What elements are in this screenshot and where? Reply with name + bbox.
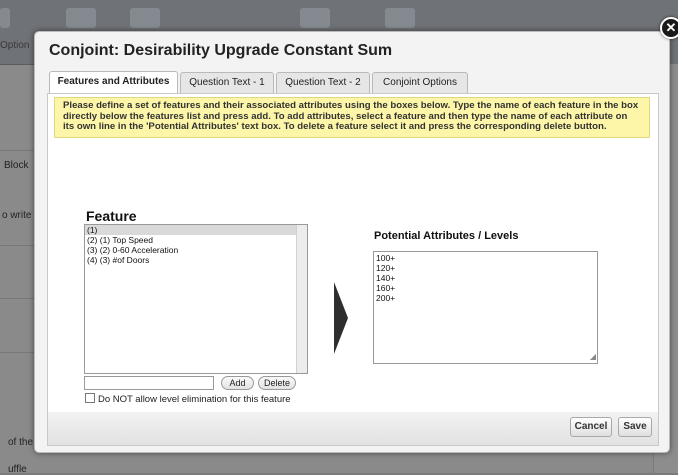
feature-list-scrollbar[interactable] xyxy=(296,225,307,373)
tab-question-text-1[interactable]: Question Text - 1 xyxy=(180,72,274,93)
bg-tool-icon xyxy=(385,8,415,28)
attribute-line: 100+ xyxy=(376,253,396,263)
feature-list-item[interactable]: (2) (1) Top Speed xyxy=(85,235,307,245)
new-feature-input[interactable] xyxy=(84,376,214,390)
save-button[interactable]: Save xyxy=(618,417,652,437)
bg-write-label: o write xyxy=(2,210,32,221)
attribute-line: 160+ xyxy=(376,283,396,293)
feature-list-item[interactable]: (3) (2) 0-60 Acceleration xyxy=(85,245,307,255)
attribute-line: 140+ xyxy=(376,273,396,283)
bg-block-label: Block xyxy=(4,160,29,171)
tab-question-text-2[interactable]: Question Text - 2 xyxy=(276,72,370,93)
attributes-heading: Potential Attributes / Levels xyxy=(374,230,519,242)
instructions-text: Please define a set of features and thei… xyxy=(54,97,650,138)
add-feature-button[interactable]: Add xyxy=(221,376,254,390)
tab-conjoint-options[interactable]: Conjoint Options xyxy=(372,72,468,93)
dialog-title: Conjoint: Desirability Upgrade Constant … xyxy=(49,42,393,59)
bg-tool-icon xyxy=(66,8,96,28)
attribute-line: 200+ xyxy=(376,293,396,303)
level-elimination-checkbox[interactable] xyxy=(85,393,95,403)
conjoint-dialog: Conjoint: Desirability Upgrade Constant … xyxy=(34,31,670,453)
level-elimination-label: Do NOT allow level elimination for this … xyxy=(98,394,291,405)
cancel-button[interactable]: Cancel xyxy=(570,417,612,437)
bg-bottom-label: uffle xyxy=(8,464,27,475)
features-panel: Please define a set of features and thei… xyxy=(47,93,659,413)
dialog-footer: Cancel Save xyxy=(47,412,659,446)
right-arrow-icon xyxy=(334,282,348,354)
close-icon[interactable]: ✕ xyxy=(660,17,678,39)
potential-attributes-textbox[interactable]: 100+ 120+ 140+ 160+ 200+ ◢ xyxy=(373,251,598,364)
level-elimination-option[interactable]: Do NOT allow level elimination for this … xyxy=(85,393,291,405)
feature-list-item[interactable]: (4) (3) #of Doors xyxy=(85,255,307,265)
bg-tool-icon xyxy=(0,8,10,28)
feature-heading: Feature xyxy=(86,208,137,224)
tab-features-and-attributes[interactable]: Features and Attributes xyxy=(49,71,178,94)
resize-grip-icon[interactable]: ◢ xyxy=(590,352,596,362)
bg-options-label: Option xyxy=(0,40,30,51)
feature-list-item[interactable]: (1) xyxy=(85,225,307,235)
delete-feature-button[interactable]: Delete xyxy=(258,376,296,390)
attribute-line: 120+ xyxy=(376,263,396,273)
bg-tool-icon xyxy=(300,8,330,28)
bg-tool-icon xyxy=(130,8,160,28)
feature-list[interactable]: (1) (2) (1) Top Speed (3) (2) 0-60 Accel… xyxy=(84,224,308,374)
bg-of-the-label: of the xyxy=(8,437,34,448)
